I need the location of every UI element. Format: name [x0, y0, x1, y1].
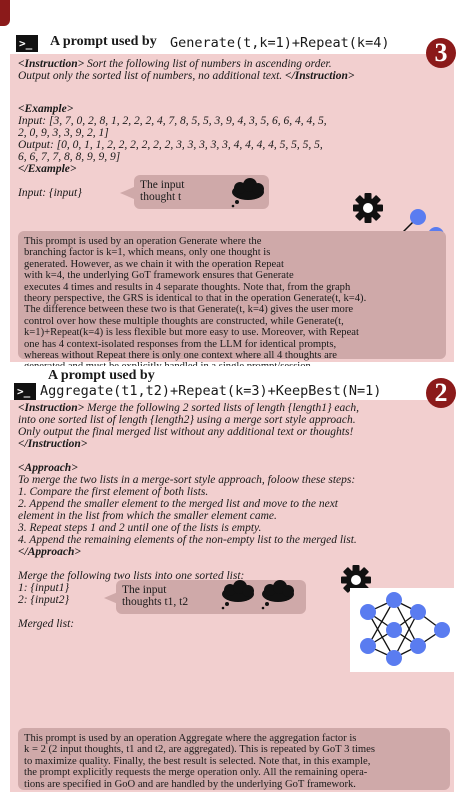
- explanation-line: branching factor is k=1, which means, on…: [24, 247, 271, 259]
- instruction-block-line2: Output only the sorted list of numbers, …: [18, 70, 354, 82]
- example-close-tag: </Example>: [18, 163, 77, 175]
- approach-line: To merge the two lists in a merge-sort s…: [18, 474, 356, 486]
- operation-code: Aggregate(t1,t2)+Repeat(k=3)+KeepBest(N=…: [40, 383, 382, 399]
- example-line: 2, 0, 9, 3, 3, 9, 2, 1]: [18, 127, 109, 139]
- approach-open-tag: <Approach>: [18, 462, 78, 474]
- terminal-icon: >_: [14, 383, 36, 400]
- instruction-close-tag: </Instruction>: [18, 438, 88, 450]
- explanation-line: tions are specified in GoO and are handl…: [24, 778, 356, 790]
- badge-number: 2: [426, 378, 456, 408]
- panel-header: >_ A prompt used by Generate(t,k=1)+Repe…: [10, 32, 454, 54]
- explanation-line: The difference between these two is that…: [24, 304, 354, 316]
- bubble-tail: [120, 187, 134, 199]
- explanation-line: theory perspective, the GRS is identical…: [24, 293, 367, 305]
- example-line: Output: [0, 0, 1, 1, 2, 2, 2, 2, 2, 2, 3…: [18, 139, 323, 151]
- input-placeholder-line: Input: {input}: [18, 187, 82, 199]
- explanation-line: the prompt explicitly requests the merge…: [24, 767, 368, 779]
- prompt-panel-aggregate: A prompt used by >_ Aggregate(t1,t2)+Rep…: [10, 366, 456, 792]
- explanation-line: to maximize quality. Finally, the best r…: [24, 755, 371, 767]
- thought-cloud-icon: [221, 580, 254, 610]
- panel-header: A prompt used by >_ Aggregate(t1,t2)+Rep…: [10, 366, 454, 400]
- operation-code: Generate(t,k=1)+Repeat(k=4): [170, 35, 390, 51]
- explanation-line: This prompt is used by an operation Gene…: [24, 236, 262, 247]
- approach-line: 1. Compare the first element of both lis…: [18, 486, 209, 498]
- panel-title: A prompt used by: [48, 368, 155, 383]
- thought-cloud-icon: [261, 580, 294, 610]
- instruction-open-tag: <Instruction>: [18, 58, 85, 70]
- explanation-line: This prompt is used by an operation Aggr…: [24, 733, 357, 744]
- terminal-icon: >_: [16, 35, 38, 52]
- instruction-line: Output only the sorted list of numbers, …: [18, 70, 283, 82]
- explanation-box: This prompt is used by an operation Aggr…: [18, 728, 450, 790]
- thought-cloud-icon: [231, 178, 264, 208]
- instruction-open-tag: <Instruction>: [18, 402, 85, 414]
- badge-number: 3: [426, 38, 456, 68]
- prompt-panel-generate: >_ A prompt used by Generate(t,k=1)+Repe…: [10, 32, 456, 372]
- merge-line: 1: {input1}: [18, 582, 70, 594]
- instruction-block: <Instruction> Sort the following list of…: [18, 58, 332, 70]
- aggregate-graph-diagram: [360, 592, 450, 666]
- instruction-line: Merge the following 2 sorted lists of le…: [87, 402, 360, 414]
- explanation-line: with k=4, the underlying GoT framework e…: [24, 270, 294, 282]
- explanation-line: control over how these multiple thoughts…: [24, 315, 344, 327]
- instruction-line: into one sorted list of length {length2}…: [18, 414, 356, 426]
- explanation-box: This prompt is used by an operation Gene…: [18, 231, 446, 372]
- merge-line: 2: {input2}: [18, 594, 70, 606]
- merged-list-label: Merged list:: [18, 618, 75, 630]
- explanation-line: generated. However, as we chain it with …: [24, 258, 284, 270]
- panel-title: A prompt used by: [50, 34, 157, 49]
- example-line: 6, 6, 7, 7, 8, 8, 9, 9, 9]: [18, 151, 121, 163]
- explanation-line: whereas without Repeat there is only one…: [24, 350, 338, 362]
- explanation-line: k=1)+Repeat(k=4) is less flexible but mo…: [24, 327, 359, 339]
- explanation-line: k = 2 (2 input thoughts, t1 and t2, are …: [24, 744, 375, 756]
- approach-line: element in the list from which the small…: [18, 510, 277, 522]
- instruction-line: Only output the final merged list withou…: [18, 426, 354, 438]
- instruction-block: <Instruction> Merge the following 2 sort…: [18, 402, 359, 414]
- previous-badge-fragment: [0, 0, 10, 26]
- approach-close-tag: </Approach>: [18, 546, 81, 558]
- example-open-tag: <Example>: [18, 103, 74, 115]
- instruction-close-tag: </Instruction>: [285, 70, 355, 82]
- explanation-line: one has 4 context-isolated responses fro…: [24, 338, 337, 350]
- approach-line: 4. Append the remaining elements of the …: [18, 534, 357, 546]
- explanation-line: executes 4 times and results in 4 separa…: [24, 281, 351, 293]
- approach-line: 3. Repeat steps 1 and 2 until one of the…: [18, 522, 262, 534]
- instruction-line: Sort the following list of numbers in as…: [87, 58, 332, 70]
- approach-line: 2. Append the smaller element to the mer…: [18, 498, 339, 510]
- example-line: Input: [3, 7, 0, 2, 8, 1, 2, 2, 2, 4, 7,…: [18, 115, 327, 127]
